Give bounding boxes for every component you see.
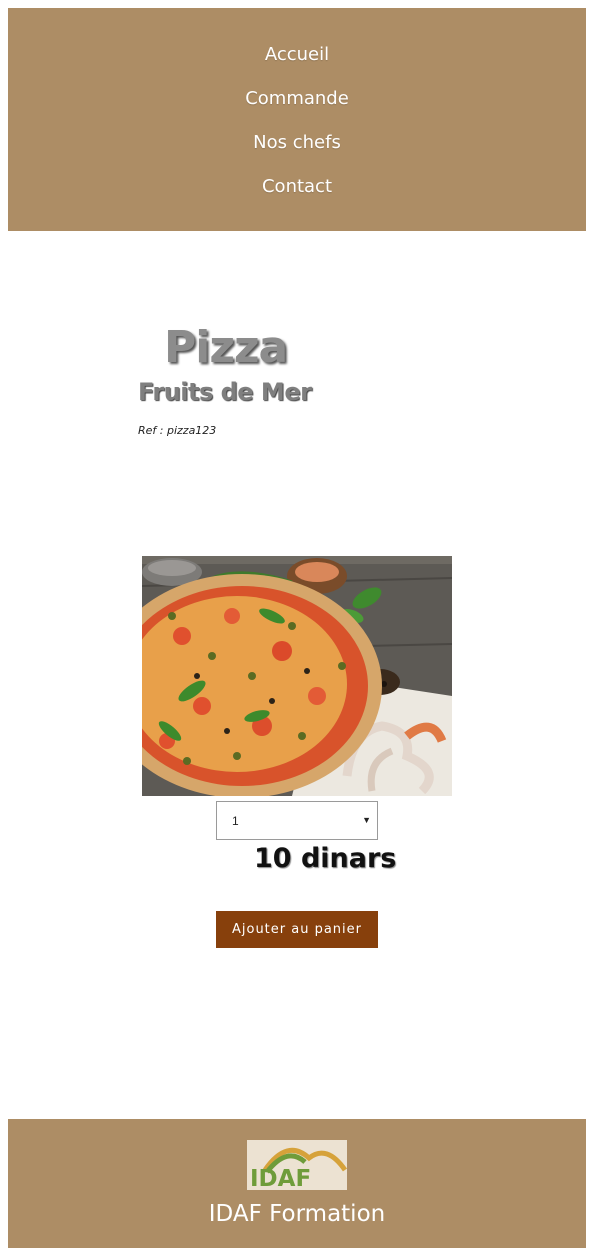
svg-text:IDAF: IDAF — [250, 1166, 311, 1190]
quantity-select[interactable]: 1 ▼ — [216, 801, 378, 840]
product-price: 10 dinars — [254, 843, 397, 874]
nav-nos-chefs[interactable]: Nos chefs — [8, 132, 586, 153]
footer-brand: IDAF Formation — [208, 1201, 386, 1227]
idaf-logo: IDAF — [247, 1140, 347, 1190]
product-ref: Ref : pizza123 — [138, 424, 217, 437]
main-nav: Accueil Commande Nos chefs Contact — [8, 8, 586, 231]
nav-accueil[interactable]: Accueil — [8, 44, 586, 65]
chevron-down-icon: ▼ — [362, 815, 371, 825]
quantity-value: 1 — [232, 813, 239, 828]
nav-commande[interactable]: Commande — [8, 88, 586, 109]
footer: IDAF IDAF Formation — [8, 1119, 586, 1248]
nav-contact[interactable]: Contact — [8, 176, 586, 197]
add-to-cart-button[interactable]: Ajouter au panier — [216, 911, 378, 948]
product-subtitle: Fruits de Mer — [138, 378, 312, 406]
product-title: Pizza — [164, 322, 288, 373]
pizza-photo — [142, 556, 452, 796]
